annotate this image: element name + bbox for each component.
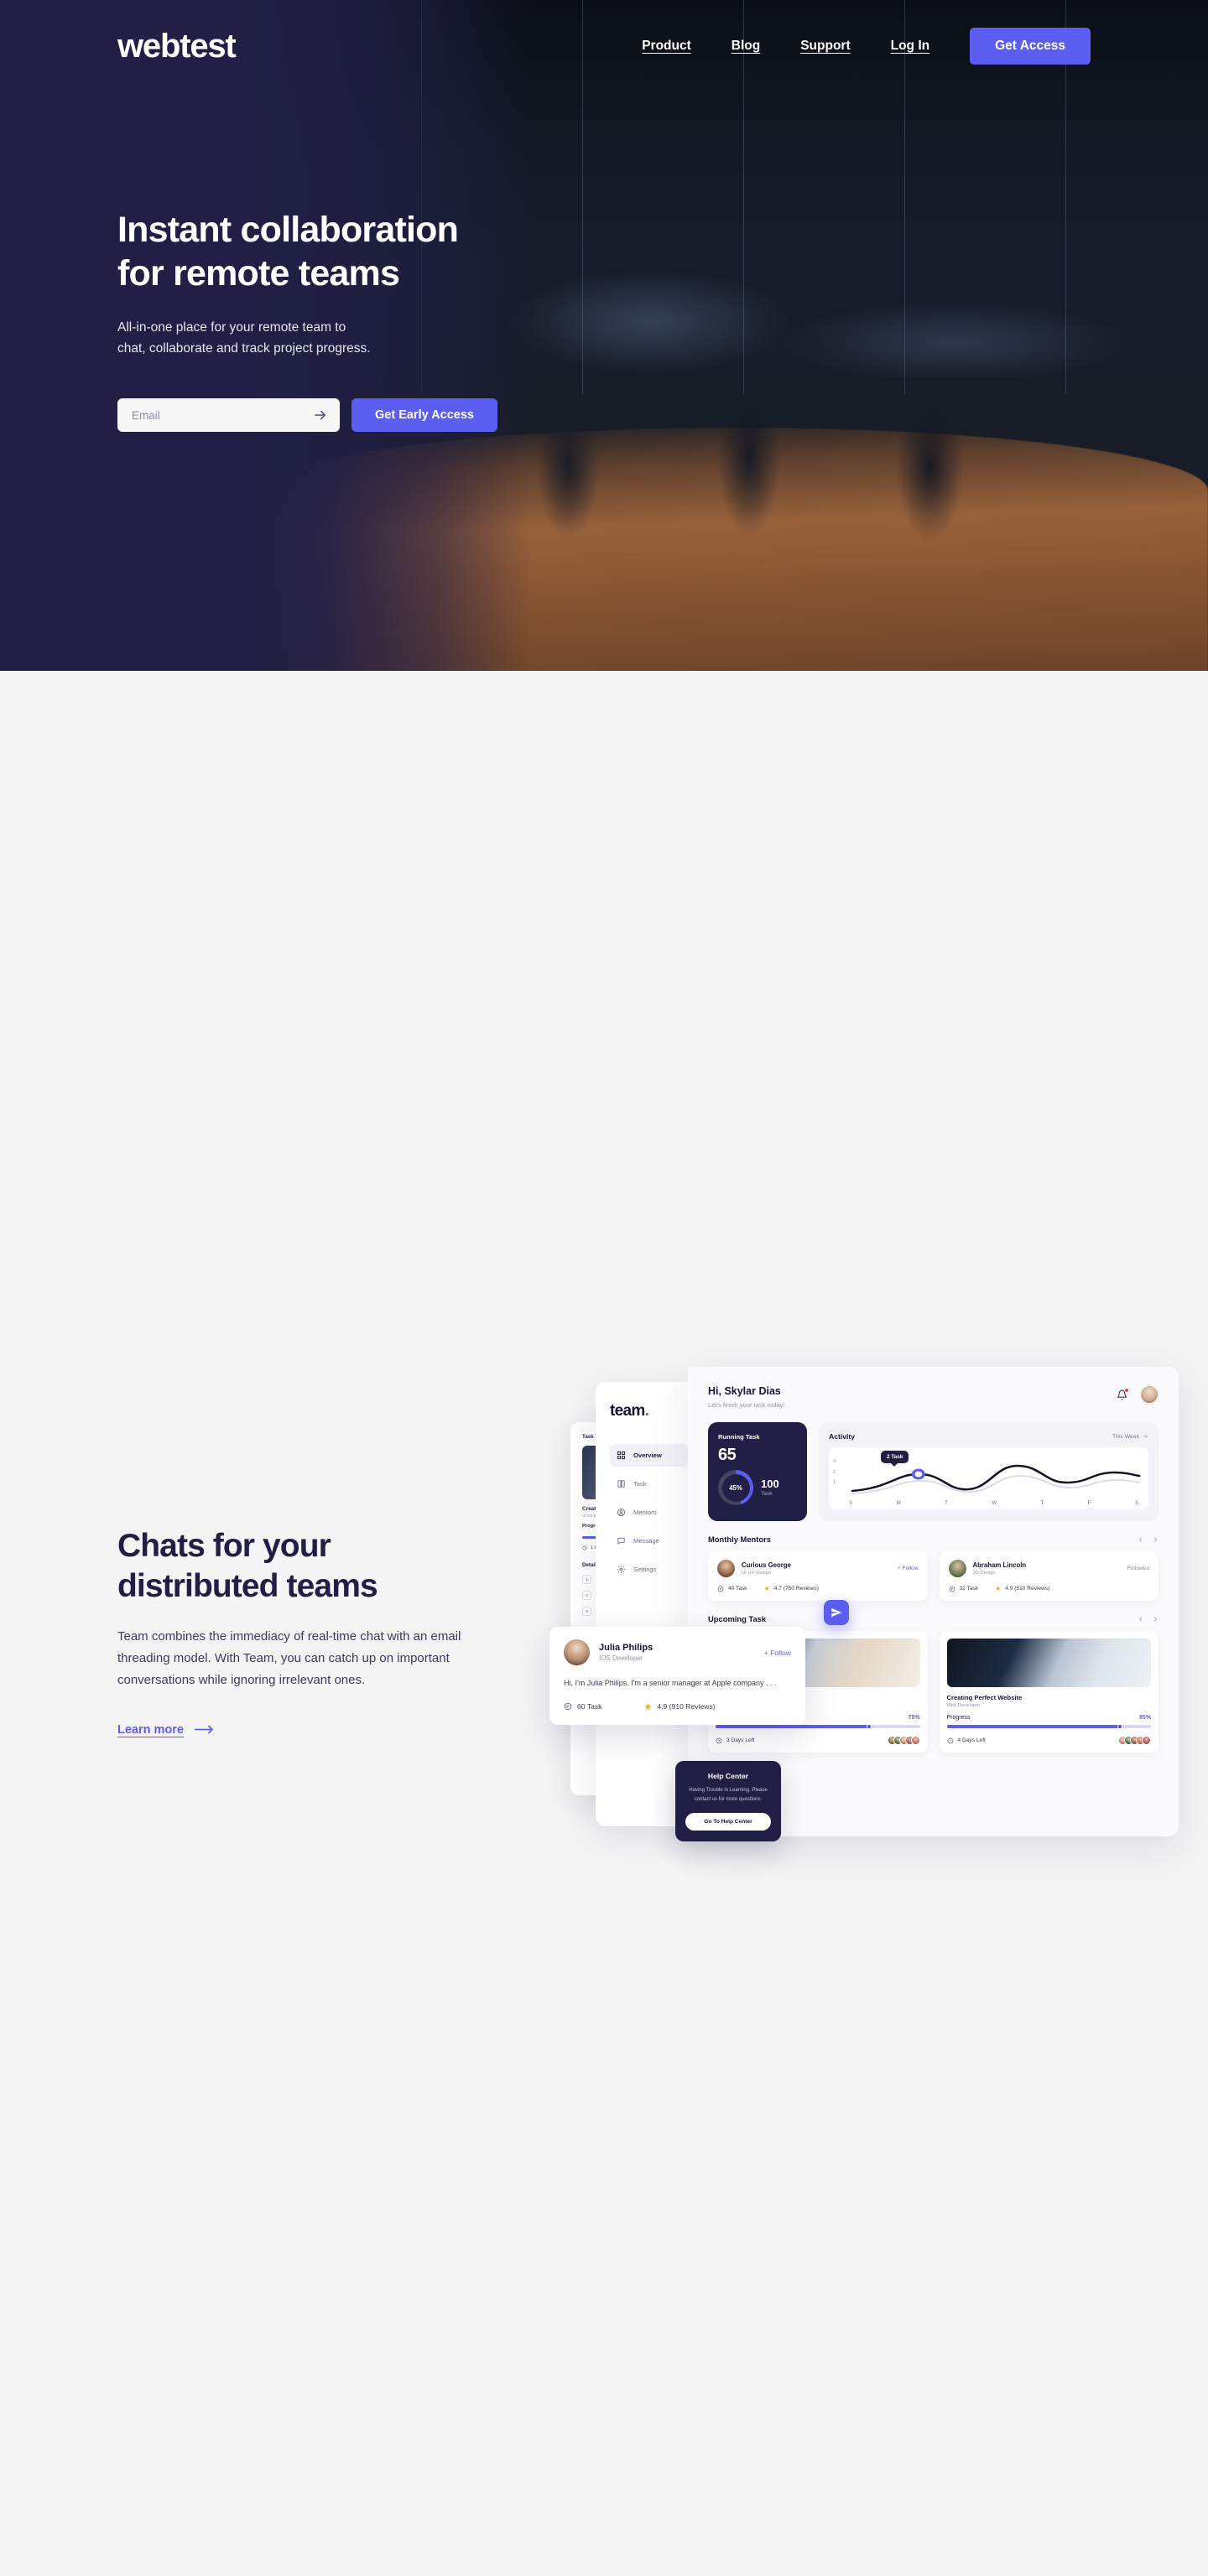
nav-link-product[interactable]: Product (642, 39, 691, 54)
email-input[interactable] (117, 398, 340, 433)
go-to-help-center-button[interactable]: Go To Help Center (685, 1813, 771, 1831)
hero-subtitle-line1: All-in-one place for your remote team to (117, 320, 346, 335)
nav-link-blog[interactable]: Blog (732, 39, 760, 54)
julia-task-count: 60 Task (564, 1702, 601, 1711)
julia-role: IOS Developer (599, 1654, 643, 1662)
send-icon (831, 1607, 842, 1618)
julia-profile-card: Julia Philips IOS Developer + Follow Hi,… (549, 1627, 805, 1725)
brand-logo[interactable]: webtest (117, 28, 237, 65)
julia-rating: ★ 4,9 (910 Reviews) (643, 1701, 716, 1712)
arrow-right-icon[interactable] (313, 408, 328, 423)
follow-button[interactable]: + Follow (764, 1649, 791, 1657)
email-input-wrapper (117, 398, 340, 433)
nav-link-login[interactable]: Log In (891, 39, 930, 54)
top-navigation: webtest Product Blog Support Log In Get … (0, 0, 1208, 92)
activity-tooltip: 2 Task (881, 1451, 909, 1467)
send-message-button[interactable] (824, 1600, 849, 1625)
flexibility-section: Choose how you want to work In Team, you… (0, 1937, 1208, 2490)
help-center-title: Help Center (707, 1772, 749, 1780)
nav-link-support[interactable]: Support (800, 39, 850, 54)
hero-section: webtest Product Blog Support Log In Get … (0, 0, 1208, 671)
task-icon (564, 1702, 572, 1711)
help-center-body: Having Trouble in Learning. Please conta… (689, 1788, 768, 1802)
nav-links: Product Blog Support Log In Get Access (642, 28, 1091, 65)
help-center-card: Help Center Having Trouble in Learning. … (675, 1761, 781, 1841)
julia-header: Julia Philips IOS Developer + Follow (564, 1639, 791, 1665)
email-signup-form: Get Early Access (117, 398, 638, 433)
star-icon: ★ (643, 1701, 653, 1712)
landing-page: webtest Product Blog Support Log In Get … (0, 0, 1208, 2490)
get-access-button[interactable]: Get Access (970, 28, 1091, 65)
get-early-access-button[interactable]: Get Early Access (351, 398, 497, 433)
hero-title-line2: for remote teams (117, 253, 400, 294)
julia-name: Julia Philips (599, 1643, 653, 1653)
julia-stats: 60 Task ★ 4,9 (910 Reviews) (564, 1701, 791, 1712)
hero-title-line1: Instant collaboration (117, 210, 459, 250)
julia-message: Hi, I'm Julia Philips. I'm a senior mana… (564, 1679, 777, 1687)
chats-section: Chats for your distributed teams Team co… (0, 671, 1208, 1841)
hero-subtitle-line2: chat, collaborate and track project prog… (117, 341, 371, 356)
avatar (564, 1639, 590, 1665)
hero-title: Instant collaboration for remote teams (117, 208, 638, 295)
hero-content: Instant collaboration for remote teams A… (117, 208, 638, 433)
progress-percent: 45% (729, 1483, 742, 1492)
hero-subtitle: All-in-one place for your remote team to… (117, 317, 638, 359)
